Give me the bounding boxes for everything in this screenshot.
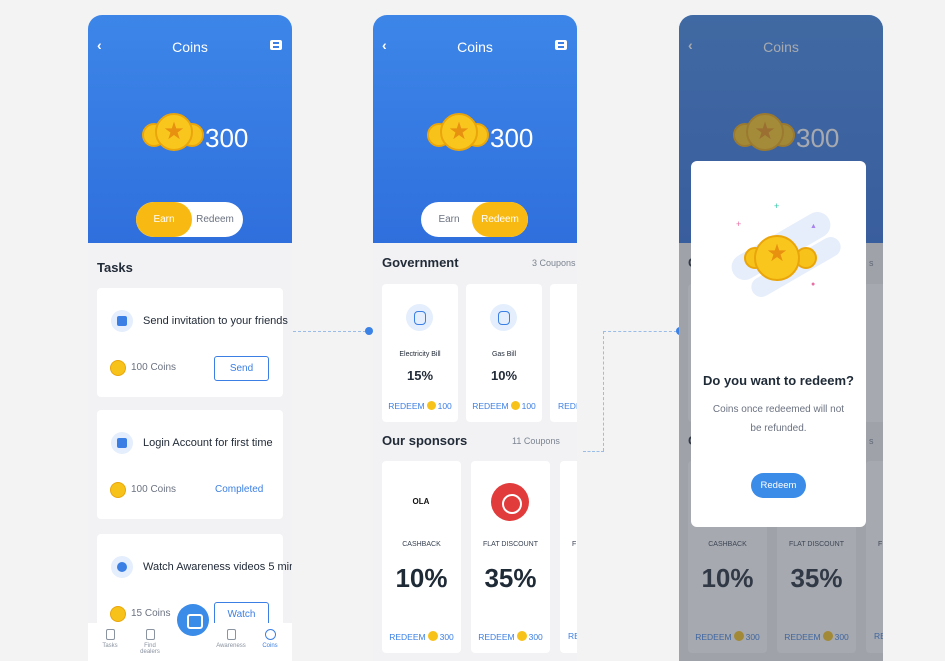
coin-balance: 300 <box>205 123 249 153</box>
sponsor-offer: FLAT DISCOUNT <box>483 541 538 548</box>
dialog-question: Do you want to redeem? <box>703 373 854 388</box>
ola-logo: OLA <box>402 483 440 521</box>
location-icon <box>145 629 155 640</box>
sponsor-card[interactable]: F RE <box>560 461 577 653</box>
redeem-link[interactable]: REDEEM 100 <box>382 401 458 411</box>
coupon-card[interactable]: REDE <box>550 284 577 422</box>
dollar-icon <box>264 629 276 640</box>
coins-icon <box>427 112 489 156</box>
mail-icon <box>111 310 133 332</box>
phone-redeem-screen: ‹ Coins 300 Earn Redeem Government 3 Cou… <box>373 15 577 661</box>
sponsor-card[interactable]: FLAT DISCOUNT 35% REDEEM 300 <box>471 461 550 653</box>
coupon-count: 11 Coupons <box>512 436 560 446</box>
task-label: Watch Awareness videos 5 mins <box>143 561 292 573</box>
tab-tasks[interactable]: Tasks <box>95 629 125 649</box>
coupon-count: 3 Coupons <box>532 258 576 268</box>
tab-awareness[interactable]: Awareness <box>216 629 246 649</box>
tab-find-dealers[interactable]: Find dealers <box>135 629 165 655</box>
coupon-name: Electricity Bill <box>399 351 441 358</box>
bolt-icon <box>406 304 433 331</box>
header: ‹ Coins 300 Earn Redeem <box>373 15 577 243</box>
sponsor-percent: 10% <box>395 563 448 593</box>
tab-redeem[interactable]: Redeem <box>472 202 528 237</box>
awareness-icon <box>226 629 236 640</box>
coin-balance: 300 <box>490 123 534 153</box>
flow-connector <box>293 331 366 332</box>
task-reward: 100 Coins <box>131 484 177 495</box>
sponsor-offer: F <box>572 541 577 548</box>
section-title-tasks: Tasks <box>97 260 133 275</box>
earn-redeem-toggle: Earn Redeem <box>421 202 528 237</box>
coin-icon <box>426 401 436 410</box>
header: ‹ Coins 300 Earn Redeem <box>88 15 292 243</box>
play-icon <box>111 556 133 578</box>
flow-connector <box>603 331 604 451</box>
dialog-info: Coins once redeemed will not be refunded… <box>712 404 845 434</box>
user-icon <box>111 432 133 454</box>
history-icon[interactable] <box>555 40 567 50</box>
task-status: Completed <box>215 484 264 495</box>
redeem-link[interactable]: REDEEM 100 <box>466 401 542 411</box>
section-title-government: Government <box>382 255 459 270</box>
camera-icon[interactable] <box>177 604 209 636</box>
phone-earn-screen: ‹ Coins 300 Earn Redeem Tasks Send invit… <box>88 15 292 661</box>
flow-connector <box>603 331 677 332</box>
redeem-link[interactable]: REDE <box>550 401 577 411</box>
task-label: Send invitation to your friends <box>143 315 288 327</box>
coin-icon <box>427 631 438 641</box>
coupon-percent: 10% <box>490 368 518 383</box>
send-button[interactable]: Send <box>214 356 269 381</box>
task-label: Login Account for first time <box>143 437 273 449</box>
pizza-hut-logo <box>491 483 529 521</box>
redeem-button[interactable]: Redeem <box>751 473 806 498</box>
task-card: Send invitation to your friends 100 Coin… <box>97 288 288 397</box>
sponsor-percent: 35% <box>484 563 537 593</box>
coupon-name: Gas Bill <box>491 351 517 358</box>
tab-earn[interactable]: Earn <box>136 202 192 237</box>
redeem-link[interactable]: REDEEM 300 <box>471 631 550 642</box>
coupon-percent: 15% <box>406 368 434 383</box>
tasks-icon <box>105 629 115 640</box>
section-title-sponsors: Our sponsors <box>382 433 468 448</box>
page-title: Coins <box>172 39 208 55</box>
flow-connector-dot <box>365 327 373 335</box>
coupon-card[interactable]: Gas Bill 10% REDEEM 100 <box>466 284 542 422</box>
history-icon[interactable] <box>270 40 282 50</box>
coins-illustration: + + ▲ ● <box>726 193 845 301</box>
coin-icon <box>110 360 126 376</box>
coin-icon <box>510 401 520 410</box>
flow-connector <box>583 451 604 452</box>
coin-icon <box>110 606 126 622</box>
phone-redeem-confirm-screen: ‹ Coins 300 G s RE C s CASHBACK 10% REDE… <box>679 15 883 661</box>
flame-icon <box>490 304 517 331</box>
redeem-link[interactable]: REDEEM 300 <box>382 631 461 642</box>
tab-coins[interactable]: Coins <box>255 629 285 649</box>
coin-icon <box>516 631 527 641</box>
earn-redeem-toggle: Earn Redeem <box>136 202 243 237</box>
page-title: Coins <box>457 39 493 55</box>
coupon-card[interactable]: Electricity Bill 15% REDEEM 100 <box>382 284 458 422</box>
redeem-link[interactable]: RE <box>560 631 577 641</box>
redeem-confirm-dialog: + + ▲ ● Do you want to redeem? Coins onc… <box>691 161 866 527</box>
tab-redeem[interactable]: Redeem <box>187 202 243 237</box>
task-reward: 15 Coins <box>131 608 171 619</box>
task-reward: 100 Coins <box>131 362 177 373</box>
sponsor-offer: CASHBACK <box>402 541 441 548</box>
task-card: Login Account for first time 100 Coins C… <box>97 410 283 519</box>
sponsor-card[interactable]: OLA CASHBACK 10% REDEEM 300 <box>382 461 461 653</box>
coin-icon <box>110 482 126 498</box>
coins-icon <box>142 112 204 156</box>
tab-earn[interactable]: Earn <box>421 202 477 237</box>
